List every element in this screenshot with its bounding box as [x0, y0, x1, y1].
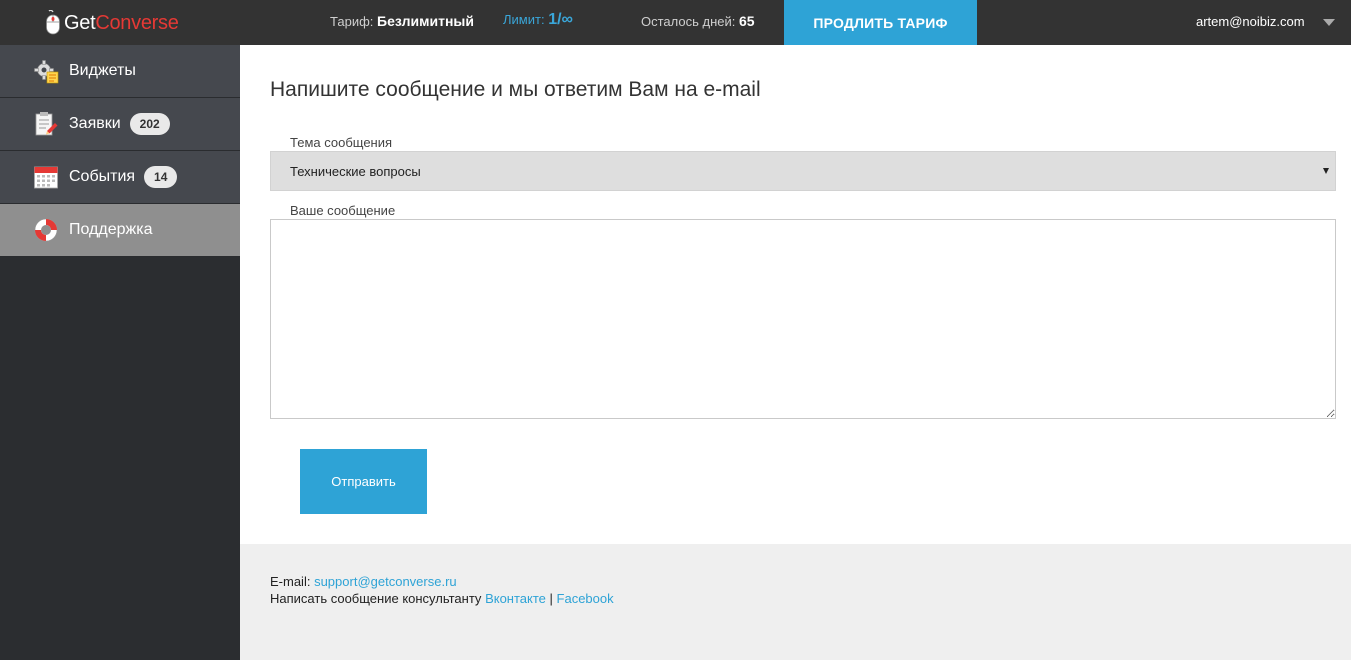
sidebar-item-label: Виджеты: [69, 62, 136, 79]
events-count-badge: 14: [144, 166, 178, 188]
dropdown-caret-icon: [1323, 168, 1329, 174]
vkontakte-link[interactable]: Вконтакте: [485, 591, 546, 606]
support-email-link[interactable]: support@getconverse.ru: [314, 574, 457, 589]
calendar-icon: [33, 164, 59, 190]
limit-info: Лимит: 1/∞: [503, 11, 573, 29]
sidebar-item-widgets[interactable]: Виджеты: [0, 45, 240, 98]
footer-consultant-line: Написать сообщение консультанту Вконтакт…: [270, 591, 614, 606]
logo-converse-text: Converse: [95, 11, 179, 34]
requests-count-badge: 202: [129, 113, 170, 135]
user-menu-caret-icon[interactable]: [1323, 19, 1335, 26]
facebook-link[interactable]: Facebook: [557, 591, 614, 606]
footer: E-mail: support@getconverse.ru Написать …: [240, 544, 1351, 660]
subject-selected-value: Технические вопросы: [290, 163, 421, 179]
sidebar-item-label: Поддержка: [69, 221, 153, 238]
getconverse-logo[interactable]: GetConverse: [44, 8, 179, 38]
days-value: 65: [739, 13, 755, 29]
sidebar-item-label: События: [69, 168, 136, 185]
top-bar: GetConverse Тариф: Безлимитный Лимит: 1/…: [0, 0, 1351, 45]
footer-email-label: E-mail:: [270, 574, 311, 589]
footer-separator: |: [549, 591, 553, 606]
send-button[interactable]: Отправить: [300, 449, 427, 514]
message-textarea[interactable]: [270, 219, 1336, 419]
logo-text: GetConverse: [64, 12, 179, 35]
sidebar-item-requests[interactable]: Заявки 202: [0, 98, 240, 151]
mouse-logo-icon: [44, 9, 62, 36]
sidebar-item-label: Заявки: [69, 115, 121, 132]
subject-label: Тема сообщения: [290, 135, 393, 150]
support-form-panel: Напишите сообщение и мы ответим Вам на e…: [240, 45, 1351, 544]
lifebuoy-icon: [33, 217, 59, 243]
subject-select[interactable]: Технические вопросы: [270, 151, 1336, 191]
footer-email-line: E-mail: support@getconverse.ru: [270, 574, 457, 589]
clipboard-icon: [33, 111, 59, 137]
tariff-info: Тариф: Безлимитный: [330, 13, 474, 29]
days-left-info: Осталось дней: 65: [641, 13, 755, 29]
sidebar: Виджеты Заявки 202 События 14 Поддержка: [0, 45, 240, 660]
sidebar-item-support[interactable]: Поддержка: [0, 204, 240, 257]
message-label: Ваше сообщение: [290, 203, 396, 218]
footer-consultant-text: Написать сообщение консультанту: [270, 591, 482, 606]
extend-tariff-button[interactable]: ПРОДЛИТЬ ТАРИФ: [784, 0, 977, 45]
user-email[interactable]: artem@noibiz.com: [1196, 14, 1305, 29]
limit-value: 1/∞: [548, 11, 573, 28]
tariff-label: Тариф:: [330, 14, 374, 29]
logo-get-text: Get: [64, 11, 96, 34]
sidebar-item-events[interactable]: События 14: [0, 151, 240, 204]
days-label: Осталось дней:: [641, 14, 736, 29]
tariff-value: Безлимитный: [377, 13, 474, 29]
limit-label: Лимит:: [503, 12, 545, 27]
widgets-gear-icon: [33, 58, 59, 84]
page-title: Напишите сообщение и мы ответим Вам на e…: [270, 78, 761, 101]
